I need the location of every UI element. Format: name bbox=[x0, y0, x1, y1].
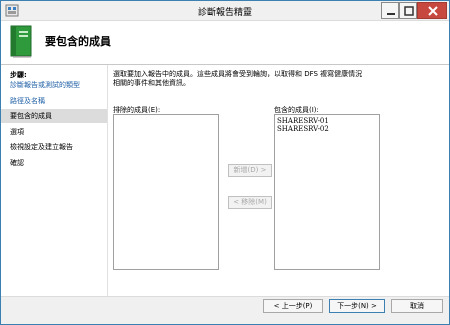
back-button[interactable]: < 上一步(P) bbox=[263, 299, 323, 313]
maximize-button[interactable] bbox=[399, 2, 417, 19]
remove-button[interactable]: < 移除(M) bbox=[228, 196, 272, 209]
list-item[interactable]: SHARESRV-01 bbox=[275, 117, 379, 125]
title-bar: 診斷報告精靈 bbox=[1, 1, 449, 21]
step-item-report-type[interactable]: 診斷報告或測試的類型 bbox=[10, 78, 107, 92]
step-item-members[interactable]: 要包含的成員 bbox=[1, 109, 107, 123]
green-book-icon bbox=[8, 25, 34, 58]
page-title: 要包含的成員 bbox=[45, 35, 111, 48]
excluded-members-list[interactable] bbox=[113, 114, 219, 270]
steps-nav: 步驟: 診斷報告或測試的類型 路徑及名稱 要包含的成員 選項 檢視設定及建立報告… bbox=[1, 65, 107, 296]
step-item-review: 檢視設定及建立報告 bbox=[10, 143, 73, 151]
main-panel: 選取要加入報告中的成員。這些成員將會受到輪詢，以取得和 DFS 複寫健康情況相關… bbox=[108, 65, 449, 296]
wizard-header: 要包含的成員 bbox=[1, 21, 449, 64]
next-button[interactable]: 下一步(N) > bbox=[329, 299, 385, 313]
step-item-path-name[interactable]: 路徑及名稱 bbox=[10, 94, 107, 108]
cancel-button[interactable]: 取消 bbox=[391, 299, 443, 313]
included-members-list[interactable]: SHARESRV-01 SHARESRV-02 bbox=[274, 114, 380, 270]
add-button[interactable]: 新增(D) > bbox=[228, 164, 272, 177]
description-text: 選取要加入報告中的成員。這些成員將會受到輪詢，以取得和 DFS 複寫健康情況相關… bbox=[113, 70, 363, 87]
step-item-confirm: 確認 bbox=[10, 159, 24, 167]
step-item-options: 選項 bbox=[10, 128, 24, 136]
wizard-window: 診斷報告精靈 要包含的成員 步驟: 診斷報告或測試的類型 路徑及名稱 要包含的成… bbox=[0, 0, 450, 325]
list-item[interactable]: SHARESRV-02 bbox=[275, 125, 379, 133]
wizard-footer: < 上一步(P) 下一步(N) > 取消 bbox=[1, 296, 449, 324]
close-button[interactable] bbox=[417, 2, 447, 19]
minimize-button[interactable] bbox=[381, 2, 399, 19]
